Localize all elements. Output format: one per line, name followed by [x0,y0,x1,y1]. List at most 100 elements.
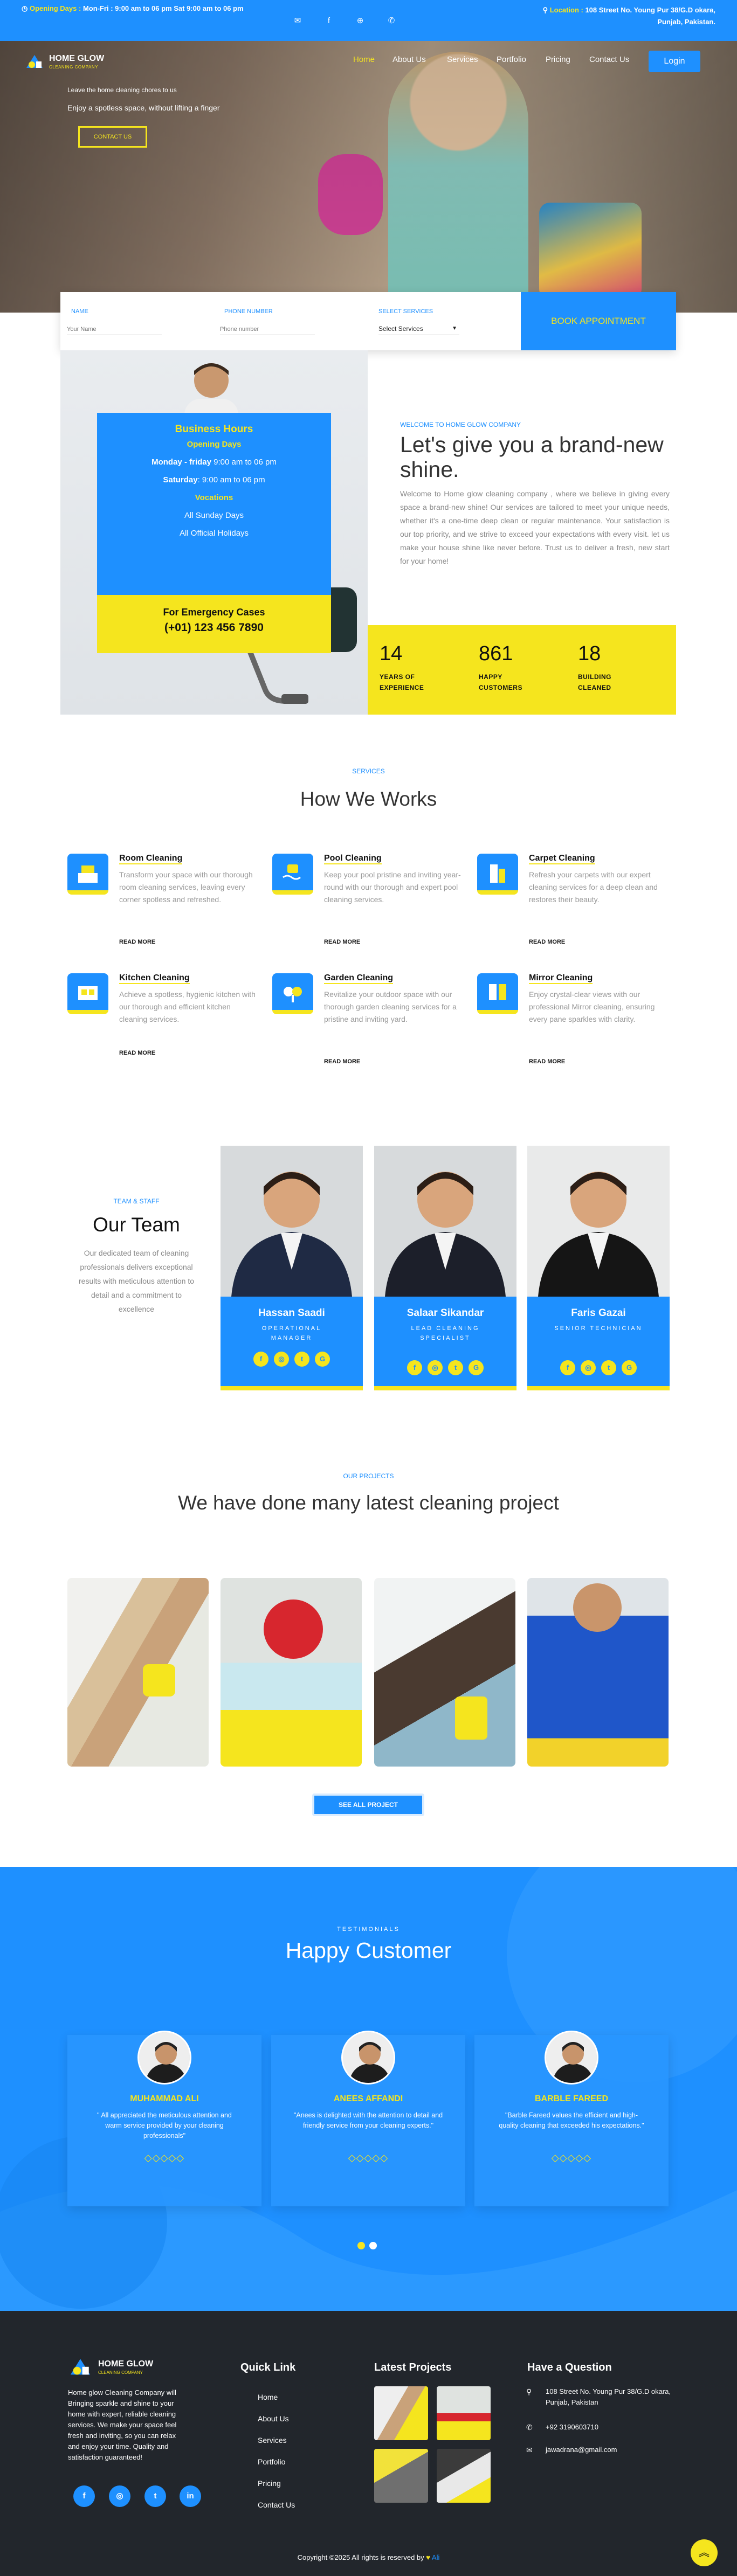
see-all-projects-button[interactable]: SEE ALL PROJECT [312,1793,424,1816]
projects-eyebrow: OUR PROJECTS [343,1472,394,1480]
read-more-carpet-cleaning[interactable]: READ MORE [529,939,565,945]
footer-project-4[interactable] [437,2449,491,2503]
service-title-carpet-cleaning[interactable]: Carpet Cleaning [529,854,595,864]
instagram-icon[interactable]: ◎ [581,1360,596,1375]
top-bar: ◷ Opening Days : Mon-Fri : 9:00 am to 06… [0,0,737,41]
avatar [545,2031,598,2085]
footer-logo[interactable]: HOME GLOW CLEANING COMPANY [68,2354,176,2382]
emergency-phone[interactable]: (+01) 123 456 7890 [97,621,331,634]
footer-link-pricing[interactable]: Pricing [258,2479,281,2488]
service-title-mirror-cleaning[interactable]: Mirror Cleaning [529,973,593,984]
question-title: Have a Question [527,2362,612,2373]
nav-contact[interactable]: Contact Us [589,55,629,64]
service-select[interactable]: Select Services ▼ [378,323,459,335]
contact-us-button[interactable]: CONTACT US [78,126,147,148]
heart-icon: ♥ [426,2553,430,2561]
twitter-icon[interactable]: t [294,1352,309,1367]
testimonial-card-anees-affandi: ANEES AFFANDI "Anees is delighted with t… [271,2031,465,2206]
team-photo [221,1146,363,1297]
team-photo [527,1146,670,1297]
read-more-garden-cleaning[interactable]: READ MORE [324,1058,360,1065]
nav-about[interactable]: About Us [392,55,426,64]
nav-home[interactable]: Home [353,55,375,64]
location-info: ⚲ Location : 108 Street No. Young Pur 38… [542,6,715,26]
footer-project-1[interactable] [374,2386,428,2440]
footer-project-2[interactable] [437,2386,491,2440]
phone-icon[interactable]: ✆ [387,16,396,26]
mirror-icon [477,973,518,1014]
footer-link-services[interactable]: Services [258,2436,287,2445]
read-more-pool-cleaning[interactable]: READ MORE [324,939,360,945]
scroll-to-top-button[interactable]: ︽ [691,2539,718,2566]
linkedin-icon[interactable]: in [180,2485,201,2507]
team-photo [374,1146,516,1297]
chevron-down-icon: ▼ [452,326,457,331]
logo-icon [70,2359,91,2375]
service-title-pool-cleaning[interactable]: Pool Cleaning [324,854,382,864]
team-card-salaar-sikandar: Salaar Sikandar LEAD CLEANING SPECIALIST… [374,1146,516,1390]
globe-icon[interactable]: ⊕ [355,16,365,26]
twitter-icon[interactable]: t [144,2485,166,2507]
footer-project-3[interactable] [374,2449,428,2503]
footer-address: 108 Street No. Young Pur 38/G.D okara, P… [546,2387,671,2406]
stat-customers: 861 [479,642,513,665]
twitter-icon[interactable]: t [448,1360,463,1375]
service-title-room-cleaning[interactable]: Room Cleaning [119,854,183,864]
footer-link-contact[interactable]: Contact Us [258,2501,295,2509]
stat-years: 14 [380,642,403,665]
team-heading: Our Team [93,1214,180,1236]
read-more-room-cleaning[interactable]: READ MORE [119,939,155,945]
name-input[interactable] [67,323,162,335]
email-icon[interactable]: ✉ [293,16,302,26]
booking-form: NAME PHONE NUMBER SELECT SERVICES Select… [60,292,676,350]
team-eyebrow: TEAM & STAFF [113,1197,160,1205]
service-title-kitchen-cleaning[interactable]: Kitchen Cleaning [119,973,190,984]
nav-pricing[interactable]: Pricing [546,55,570,64]
read-more-mirror-cleaning[interactable]: READ MORE [529,1058,565,1065]
facebook-icon[interactable]: f [253,1352,268,1367]
nav-portfolio[interactable]: Portfolio [497,55,526,64]
footer: HOME GLOW CLEANING COMPANY Home glow Cle… [0,2311,737,2576]
footer-link-home[interactable]: Home [258,2393,278,2401]
carousel-dot-2[interactable] [369,2242,377,2249]
nav-services[interactable]: Services [447,55,478,64]
twitter-icon[interactable]: t [601,1360,616,1375]
instagram-icon[interactable]: ◎ [428,1360,443,1375]
facebook-icon[interactable]: f [73,2485,95,2507]
logo[interactable]: HOME GLOW CLEANING COMPANY [24,50,121,77]
read-more-kitchen-cleaning[interactable]: READ MORE [119,1050,155,1056]
services-heading: How We Works [300,788,437,810]
service-desc-carpet-cleaning: Refresh your carpets with our expert cle… [529,870,658,904]
footer-link-about[interactable]: About Us [258,2414,289,2423]
book-appointment-button[interactable]: BOOK APPOINTMENT [521,292,676,350]
project-image-4[interactable] [527,1578,669,1767]
instagram-icon[interactable]: ◎ [109,2485,130,2507]
google-icon[interactable]: G [622,1360,637,1375]
service-title-garden-cleaning[interactable]: Garden Cleaning [324,973,394,984]
google-icon[interactable]: G [469,1360,484,1375]
carousel-dot-1[interactable] [357,2242,365,2249]
avatar [341,2031,395,2085]
chevron-up-icon: ︽ [699,2547,710,2559]
footer-email[interactable]: jawadrana@gmail.com [546,2445,680,2455]
footer-phone[interactable]: +92 3190603710 [546,2422,680,2433]
facebook-icon[interactable]: f [407,1360,422,1375]
google-icon[interactable]: G [315,1352,330,1367]
project-image-1[interactable] [67,1578,209,1767]
project-image-3[interactable] [374,1578,515,1767]
phone-label: PHONE NUMBER [224,308,273,315]
facebook-icon[interactable]: f [560,1360,575,1375]
login-button[interactable]: Login [649,51,700,72]
project-image-2[interactable] [221,1578,362,1767]
instagram-icon[interactable]: ◎ [274,1352,289,1367]
facebook-icon[interactable]: f [324,16,334,26]
quick-links-title: Quick Link [240,2362,296,2373]
testimonial-card-muhammad-ali: MUHAMMAD ALI " All appreciated the metic… [67,2031,261,2206]
phone-input[interactable] [220,323,315,335]
footer-link-portfolio[interactable]: Portfolio [258,2457,285,2466]
team-card-hassan-saadi: Hassan Saadi OPERATIONAL MANAGER f ◎ t G [221,1146,363,1390]
opening-hours: ◷ Opening Days : Mon-Fri : 9:00 am to 06… [22,4,244,12]
pool-icon [272,854,313,895]
emergency-box: For Emergency Cases (+01) 123 456 7890 [97,595,331,653]
logo-icon [26,55,43,68]
